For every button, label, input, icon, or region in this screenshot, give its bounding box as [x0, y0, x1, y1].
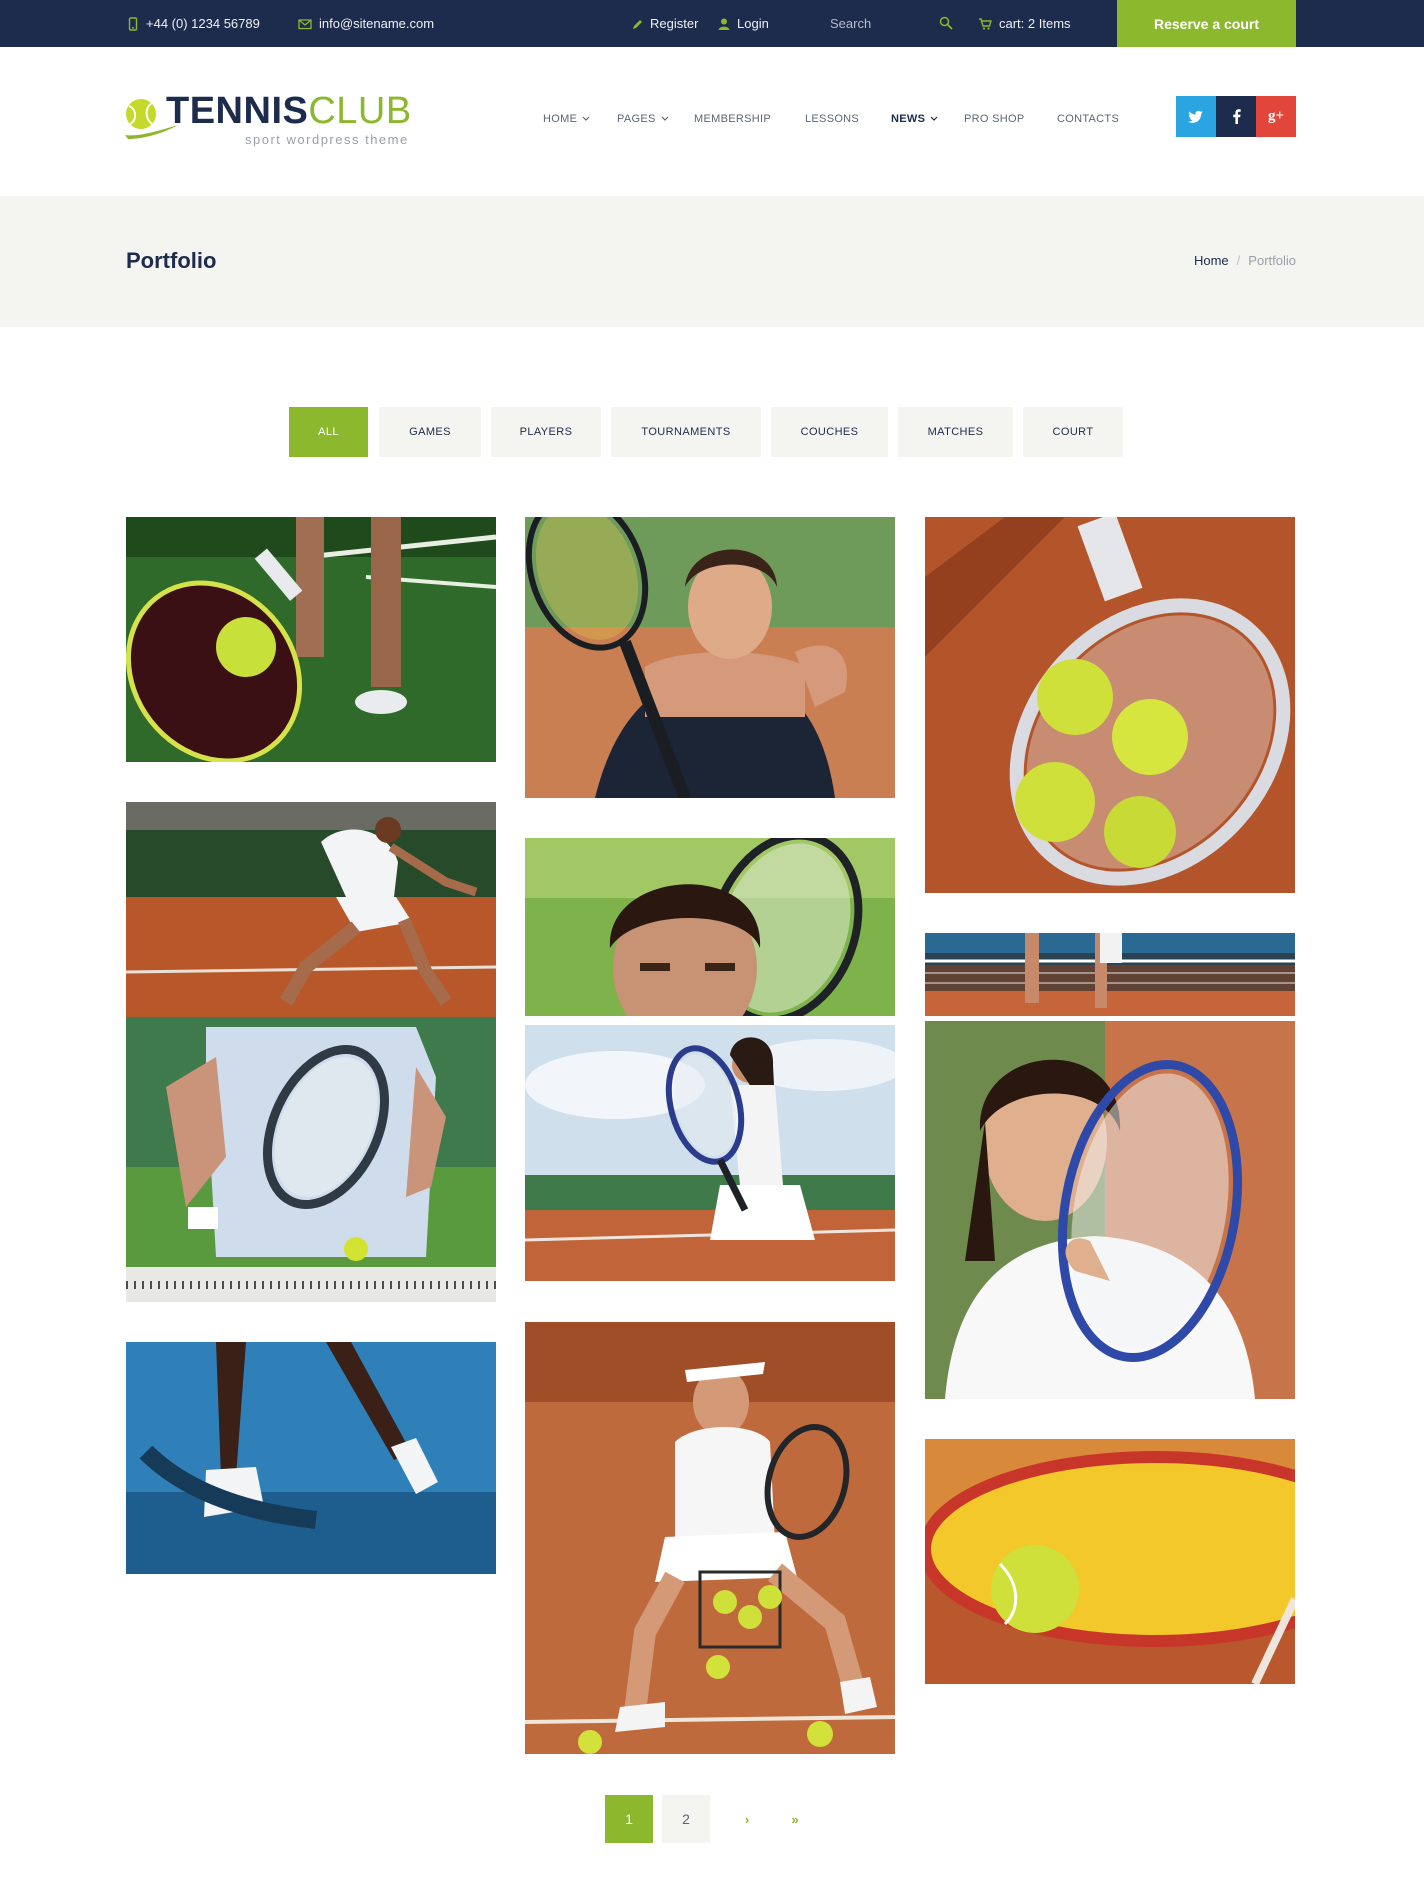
nav-item-label: LESSONS: [805, 113, 860, 125]
user-icon: [718, 18, 730, 30]
pencil-icon: [633, 19, 642, 29]
reserve-court-button[interactable]: Reserve a court: [1117, 0, 1296, 47]
envelope-icon: [298, 18, 312, 29]
chevron-right-icon: ›: [744, 1811, 750, 1827]
chevron-down-icon: [661, 116, 669, 121]
filter-court[interactable]: COURT: [1023, 407, 1123, 457]
register-link[interactable]: Register: [631, 0, 698, 47]
last-page-button[interactable]: »: [771, 1795, 819, 1843]
racket-three-balls-clay-photo[interactable]: [925, 517, 1295, 893]
filter-all[interactable]: ALL: [289, 407, 368, 457]
nav-item-news[interactable]: NEWS: [891, 113, 938, 125]
filter-players[interactable]: PLAYERS: [491, 407, 601, 457]
register-label: Register: [650, 16, 699, 31]
page-2-button[interactable]: 2: [662, 1795, 710, 1843]
young-man-racket-photo[interactable]: [525, 838, 895, 1016]
nav-item-label: PAGES: [617, 113, 656, 125]
phone-contact[interactable]: +44 (0) 1234 56789: [127, 0, 260, 47]
filter-matches[interactable]: MATCHES: [898, 407, 1013, 457]
next-page-button[interactable]: ›: [723, 1795, 771, 1843]
smiling-woman-racket-image: [525, 517, 895, 798]
smiling-woman-racket-portrait-photo[interactable]: [925, 1021, 1295, 1399]
search-box: [820, 9, 953, 38]
filter-games[interactable]: GAMES: [379, 407, 481, 457]
login-label: Login: [737, 16, 769, 31]
man-racket-ball-net-photo[interactable]: [126, 1017, 496, 1302]
breadcrumb: Home / Portfolio: [1194, 253, 1296, 268]
filter-tournaments[interactable]: TOURNAMENTS: [611, 407, 761, 457]
net-clay-court-image: [925, 933, 1295, 1016]
racket-ball-green-court-image: [126, 517, 496, 762]
chevron-down-icon: [582, 116, 590, 121]
feet-blue-court-image: [126, 1342, 496, 1574]
top-bar: +44 (0) 1234 56789 info@sitename.com Reg…: [0, 0, 1424, 47]
logo-wordmark: TENNISCLUB: [166, 92, 412, 130]
player-lunge-clay-image: [126, 802, 496, 1017]
cart-label: cart: 2 Items: [999, 16, 1071, 31]
woman-sitting-ball-basket-photo[interactable]: [525, 1322, 895, 1754]
nav-item-contacts[interactable]: CONTACTS: [1057, 113, 1119, 125]
search-icon[interactable]: [939, 16, 953, 30]
yellow-racket-ball-photo[interactable]: [925, 1439, 1295, 1684]
yellow-racket-ball-image: [925, 1439, 1295, 1684]
woman-ready-stance-photo[interactable]: [525, 1025, 895, 1281]
chevron-down-icon: [930, 116, 938, 121]
google-plus-icon: g+: [1267, 108, 1285, 124]
page-title-band: Portfolio Home / Portfolio: [0, 196, 1424, 327]
cart-link[interactable]: cart: 2 Items: [978, 0, 1071, 47]
young-man-racket-image: [525, 838, 895, 1016]
facebook-icon: [1232, 109, 1241, 124]
player-lunge-clay-photo[interactable]: [126, 802, 496, 1017]
nav-item-home[interactable]: HOME: [543, 113, 590, 125]
racket-three-balls-clay-image: [925, 517, 1295, 893]
login-link[interactable]: Login: [718, 0, 769, 47]
breadcrumb-separator: /: [1236, 253, 1241, 268]
filter-couches[interactable]: COUCHES: [771, 407, 888, 457]
search-input[interactable]: [830, 16, 920, 31]
facebook-button[interactable]: [1216, 96, 1256, 137]
nav-item-pro-shop[interactable]: PRO SHOP: [964, 113, 1024, 125]
site-logo[interactable]: TENNISCLUB sport wordpress theme: [124, 91, 424, 151]
nav-item-label: MEMBERSHIP: [694, 113, 771, 125]
site-header: TENNISCLUB sport wordpress theme HOME PA…: [0, 47, 1424, 196]
phone-number: +44 (0) 1234 56789: [146, 16, 260, 31]
woman-ready-stance-image: [525, 1025, 895, 1281]
email-address: info@sitename.com: [319, 16, 435, 31]
nav-item-label: CONTACTS: [1057, 113, 1120, 125]
logo-word-tennis: TENNIS: [166, 90, 309, 132]
twitter-icon: [1188, 110, 1203, 123]
nav-item-label: HOME: [543, 113, 578, 125]
double-chevron-right-icon: »: [791, 1811, 799, 1827]
nav-item-lessons[interactable]: LESSONS: [805, 113, 859, 125]
email-contact[interactable]: info@sitename.com: [298, 0, 434, 47]
smiling-woman-racket-photo[interactable]: [525, 517, 895, 798]
racket-ball-green-court-photo[interactable]: [126, 517, 496, 762]
page-1-button[interactable]: 1: [605, 1795, 653, 1843]
page-title: Portfolio: [126, 248, 217, 273]
logo-tagline: sport wordpress theme: [245, 132, 409, 147]
breadcrumb-home-link[interactable]: Home: [1194, 253, 1229, 268]
woman-sitting-ball-basket-image: [525, 1322, 895, 1754]
breadcrumb-current: Portfolio: [1248, 253, 1296, 268]
phone-icon: [128, 16, 138, 31]
smiling-woman-racket-portrait-image: [925, 1021, 1295, 1399]
net-clay-court-photo[interactable]: [925, 933, 1295, 1016]
feet-blue-court-photo[interactable]: [126, 1342, 496, 1574]
nav-item-label: PRO SHOP: [964, 113, 1025, 125]
google-plus-button[interactable]: g+: [1256, 96, 1296, 137]
logo-word-club: CLUB: [308, 90, 412, 132]
man-racket-ball-net-image: [126, 1017, 496, 1302]
twitter-button[interactable]: [1176, 96, 1216, 137]
nav-item-label: NEWS: [891, 113, 926, 125]
cart-icon: [979, 17, 992, 30]
nav-item-pages[interactable]: PAGES: [617, 113, 669, 125]
nav-item-membership[interactable]: MEMBERSHIP: [694, 113, 771, 125]
